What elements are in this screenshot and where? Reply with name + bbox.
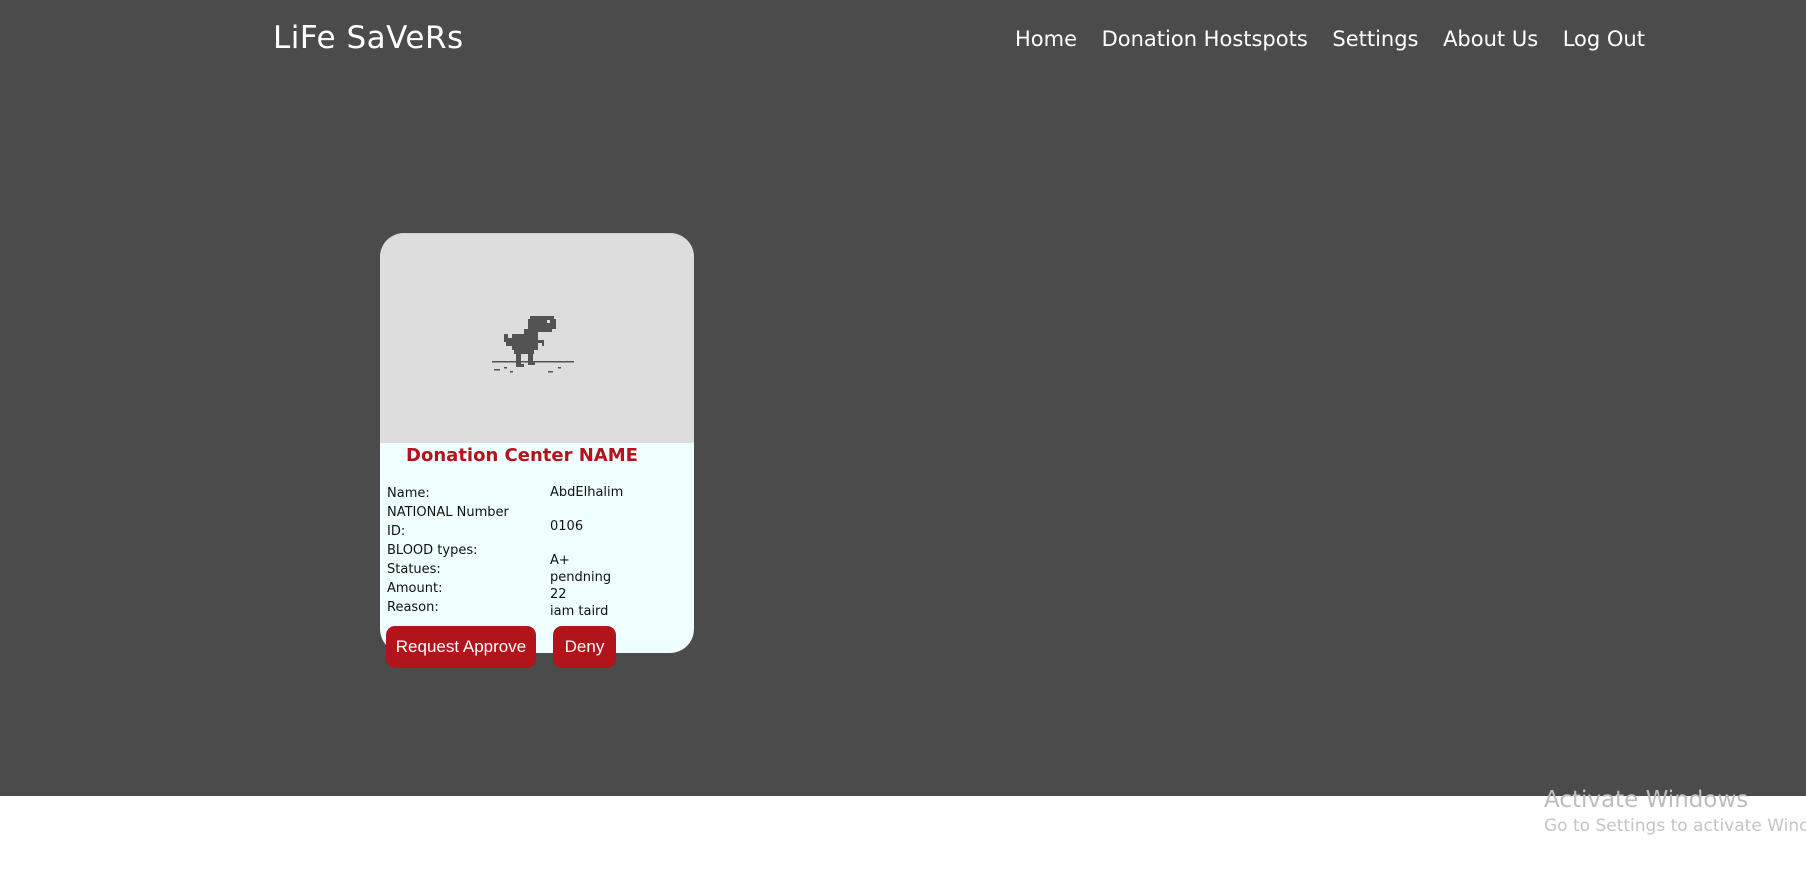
card-title: Donation Center NAME bbox=[406, 445, 638, 466]
nav-about-us[interactable]: About Us bbox=[1443, 27, 1538, 51]
dino-icon bbox=[492, 316, 574, 373]
reason-label: Reason: bbox=[387, 600, 439, 615]
status-label: Statues: bbox=[387, 562, 441, 577]
name-value: AbdElhalim bbox=[550, 485, 624, 500]
page-background bbox=[0, 0, 1806, 796]
main-nav: Home Donation Hostspots Settings About U… bbox=[1015, 27, 1645, 51]
nav-settings[interactable]: Settings bbox=[1332, 27, 1418, 51]
blood-type-label: BLOOD types: bbox=[387, 543, 478, 558]
nav-home[interactable]: Home bbox=[1015, 27, 1077, 51]
watermark-subtitle: Go to Settings to activate Windows. bbox=[1544, 816, 1806, 836]
amount-value: 22 bbox=[550, 587, 567, 602]
donation-request-card: Donation Center NAME Name: AbdElhalim NA… bbox=[380, 233, 694, 668]
amount-label: Amount: bbox=[387, 581, 443, 596]
name-label: Name: bbox=[387, 486, 430, 501]
blood-type-value: A+ bbox=[550, 553, 570, 568]
deny-button[interactable]: Deny bbox=[553, 626, 616, 668]
reason-value: iam taird bbox=[550, 604, 609, 619]
national-id-label-line2: ID: bbox=[387, 524, 406, 539]
national-id-label-line1: NATIONAL Number bbox=[387, 505, 509, 520]
national-id-value: 0106 bbox=[550, 519, 584, 534]
nav-log-out[interactable]: Log Out bbox=[1563, 27, 1645, 51]
watermark-title: Activate Windows bbox=[1544, 787, 1749, 813]
activate-windows-watermark: Activate Windows Go to Settings to activ… bbox=[1544, 787, 1806, 836]
nav-donation-hotspots[interactable]: Donation Hostspots bbox=[1102, 27, 1308, 51]
brand-logo: LiFe SaVeRs bbox=[273, 20, 464, 56]
request-approve-button[interactable]: Request Approve bbox=[386, 626, 536, 668]
status-value: pendning bbox=[550, 570, 612, 585]
card-image-placeholder bbox=[380, 233, 694, 443]
